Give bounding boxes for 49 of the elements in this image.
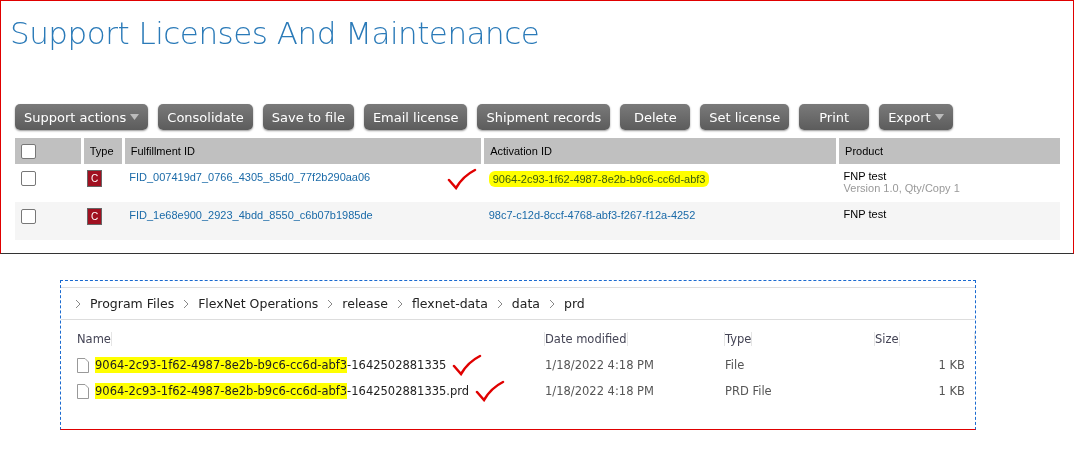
product-name: FNP test <box>843 170 888 182</box>
chevron-icon <box>75 299 81 308</box>
column-header: Activation ID <box>482 138 838 164</box>
toolbar-button[interactable]: Consolidate <box>158 104 253 130</box>
file-size: 1 KB <box>937 384 965 398</box>
activation-id-link[interactable]: 98c7-c12d-8ccf-4768-abf3-f267-f12a-4252 <box>488 209 696 221</box>
toolbar-button[interactable]: Support actions <box>15 104 149 130</box>
chevron-icon <box>496 299 503 308</box>
file-date: 1/18/2022 4:18 PM <box>545 384 655 398</box>
type-icon: C <box>88 171 102 186</box>
file-type: PRD File <box>725 384 773 398</box>
select-all-checkbox[interactable] <box>21 144 36 159</box>
toolbar-button[interactable]: Save to file <box>262 104 354 130</box>
file-date: 1/18/2022 4:18 PM <box>545 358 655 372</box>
chevron-icon <box>327 299 334 308</box>
toolbar-button[interactable]: Print <box>799 104 870 130</box>
fulfillment-id-link[interactable]: FID_007419d7_0766_4305_85d0_77f2b290aa06 <box>129 171 371 190</box>
file-icon <box>77 383 89 399</box>
file-icon <box>77 357 89 373</box>
chevron-icon <box>396 299 403 308</box>
column-header: Product <box>837 138 1060 164</box>
row-checkbox[interactable] <box>21 209 36 224</box>
column-header[interactable]: Size <box>875 332 900 346</box>
type-icon: C <box>88 209 102 224</box>
breadcrumb-item[interactable]: data <box>511 296 540 311</box>
file-size: 1 KB <box>937 358 965 372</box>
column-header[interactable]: Date modified <box>545 332 628 346</box>
toolbar-button[interactable]: Email license <box>363 104 468 130</box>
breadcrumb-item[interactable]: flexnet-data <box>411 296 488 311</box>
column-header[interactable]: Type <box>725 332 753 346</box>
toolbar-button[interactable]: Export <box>879 104 953 130</box>
column-header[interactable]: Name <box>77 332 112 346</box>
page-title: Support Licenses And Maintenance <box>10 15 540 51</box>
product-name: FNP test <box>843 208 888 220</box>
breadcrumb-item[interactable]: prd <box>564 296 585 311</box>
breadcrumb-item[interactable]: release <box>342 296 388 311</box>
activation-id-link[interactable]: 9064-2c93-1f62-4987-8e2b-b9c6-cc6d-abf3 <box>488 171 710 187</box>
row-checkbox[interactable] <box>21 171 36 186</box>
breadcrumb-item[interactable]: FlexNet Operations <box>198 296 319 311</box>
toolbar-button[interactable]: Shipment records <box>477 104 611 130</box>
chevron-icon <box>549 299 555 308</box>
toolbar-button[interactable]: Delete <box>620 104 691 130</box>
column-header: Fulfillment ID <box>123 138 483 164</box>
column-header: Type <box>82 138 124 164</box>
file-type: File <box>725 358 746 372</box>
toolbar-button[interactable]: Set license <box>700 104 790 130</box>
product-detail: Version 1.0, Qty/Copy 1 <box>843 182 961 194</box>
chevron-icon <box>183 299 190 308</box>
breadcrumb-item[interactable]: Program Files <box>90 296 175 311</box>
